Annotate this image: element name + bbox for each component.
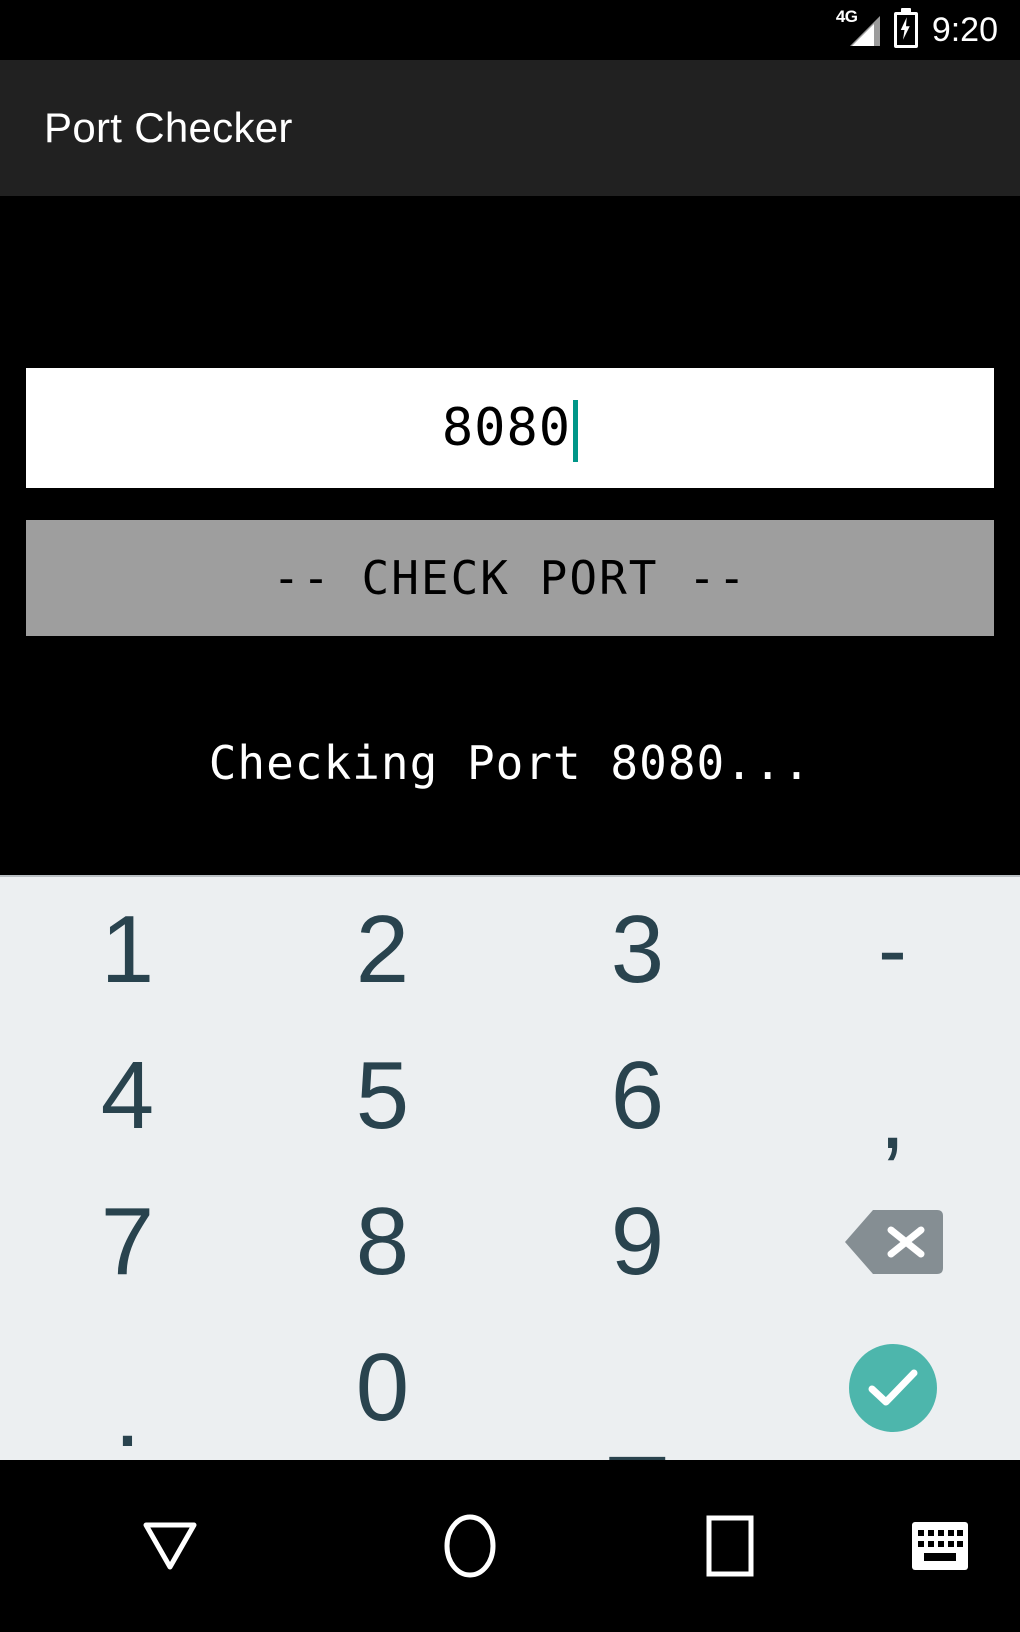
key-label: 6	[610, 1042, 665, 1149]
key-8[interactable]: 8	[255, 1169, 510, 1315]
key-dash[interactable]: -	[765, 877, 1020, 1023]
nav-back-icon	[143, 1522, 197, 1570]
key-9[interactable]: 9	[510, 1169, 765, 1315]
key-label: 8	[355, 1188, 410, 1295]
nav-home-button[interactable]	[340, 1513, 600, 1579]
key-6[interactable]: 6	[510, 1023, 765, 1169]
enter-key-circle	[848, 1344, 937, 1432]
keyboard-row: 1 2 3 -	[0, 877, 1020, 1023]
keyboard-row: 4 5 6 ,	[0, 1023, 1020, 1169]
key-1[interactable]: 1	[0, 877, 255, 1023]
key-enter[interactable]	[765, 1315, 1020, 1461]
key-backspace[interactable]	[765, 1169, 1020, 1315]
nav-home-icon	[444, 1514, 496, 1578]
key-label: 1	[100, 896, 155, 1003]
key-2[interactable]: 2	[255, 877, 510, 1023]
text-caret	[573, 400, 579, 462]
key-comma[interactable]: ,	[765, 1023, 1020, 1169]
status-bar-icons: 4G 9:20	[836, 8, 998, 50]
key-label: ,	[879, 1062, 906, 1169]
key-3[interactable]: 3	[510, 877, 765, 1023]
key-4[interactable]: 4	[0, 1023, 255, 1169]
check-port-button-label: -- CHECK PORT --	[272, 551, 748, 605]
charging-bolt-icon	[900, 17, 910, 40]
checkmark-icon	[868, 1369, 917, 1406]
key-label: 7	[100, 1188, 155, 1295]
app-content: 8080 -- CHECK PORT -- Checking Port 8080…	[0, 196, 1020, 875]
key-label: .	[114, 1360, 141, 1467]
status-message: Checking Port 8080...	[208, 736, 812, 790]
nav-keyboard-icon	[912, 1522, 968, 1570]
keyboard-row: . 0 _	[0, 1315, 1020, 1467]
signal-bars-icon: 4G	[836, 8, 880, 50]
port-input[interactable]: 8080	[26, 368, 994, 488]
phone-screen: 4G 9:20 Port Checker 8080 -- CHECK PORT …	[0, 0, 1020, 1632]
nav-recents-button[interactable]	[600, 1514, 860, 1578]
port-input-value: 8080	[441, 398, 572, 458]
backspace-icon	[844, 1210, 943, 1274]
nav-back-button[interactable]	[0, 1519, 340, 1573]
key-label: 2	[355, 896, 410, 1003]
status-bar-clock: 9:20	[931, 11, 998, 49]
navigation-bar	[0, 1460, 1020, 1632]
key-label: 4	[100, 1042, 155, 1149]
nav-keyboard-switch-button[interactable]	[860, 1520, 1020, 1572]
key-label: 5	[355, 1042, 410, 1149]
key-label: 0	[355, 1334, 410, 1441]
battery-charging-icon	[893, 12, 918, 48]
key-underscore[interactable]: _	[510, 1315, 765, 1461]
key-0[interactable]: 0	[255, 1315, 510, 1461]
key-label: 9	[610, 1188, 665, 1295]
check-port-button[interactable]: -- CHECK PORT --	[26, 520, 994, 636]
keyboard-row: 7 8 9	[0, 1169, 1020, 1315]
status-bar: 4G 9:20	[0, 0, 1020, 60]
page-title: Port Checker	[44, 104, 293, 151]
key-label: _	[610, 1358, 665, 1465]
nav-recents-icon	[706, 1515, 754, 1577]
key-5[interactable]: 5	[255, 1023, 510, 1169]
key-label: 3	[610, 896, 665, 1003]
action-bar: Port Checker	[0, 60, 1020, 196]
key-period[interactable]: .	[0, 1315, 255, 1467]
signal-triangle-filled	[851, 24, 874, 46]
key-label: -	[878, 902, 907, 998]
numeric-keyboard: 1 2 3 - 4 5 6 , 7 8 9 . 0 _	[0, 875, 1020, 1467]
key-7[interactable]: 7	[0, 1169, 255, 1315]
